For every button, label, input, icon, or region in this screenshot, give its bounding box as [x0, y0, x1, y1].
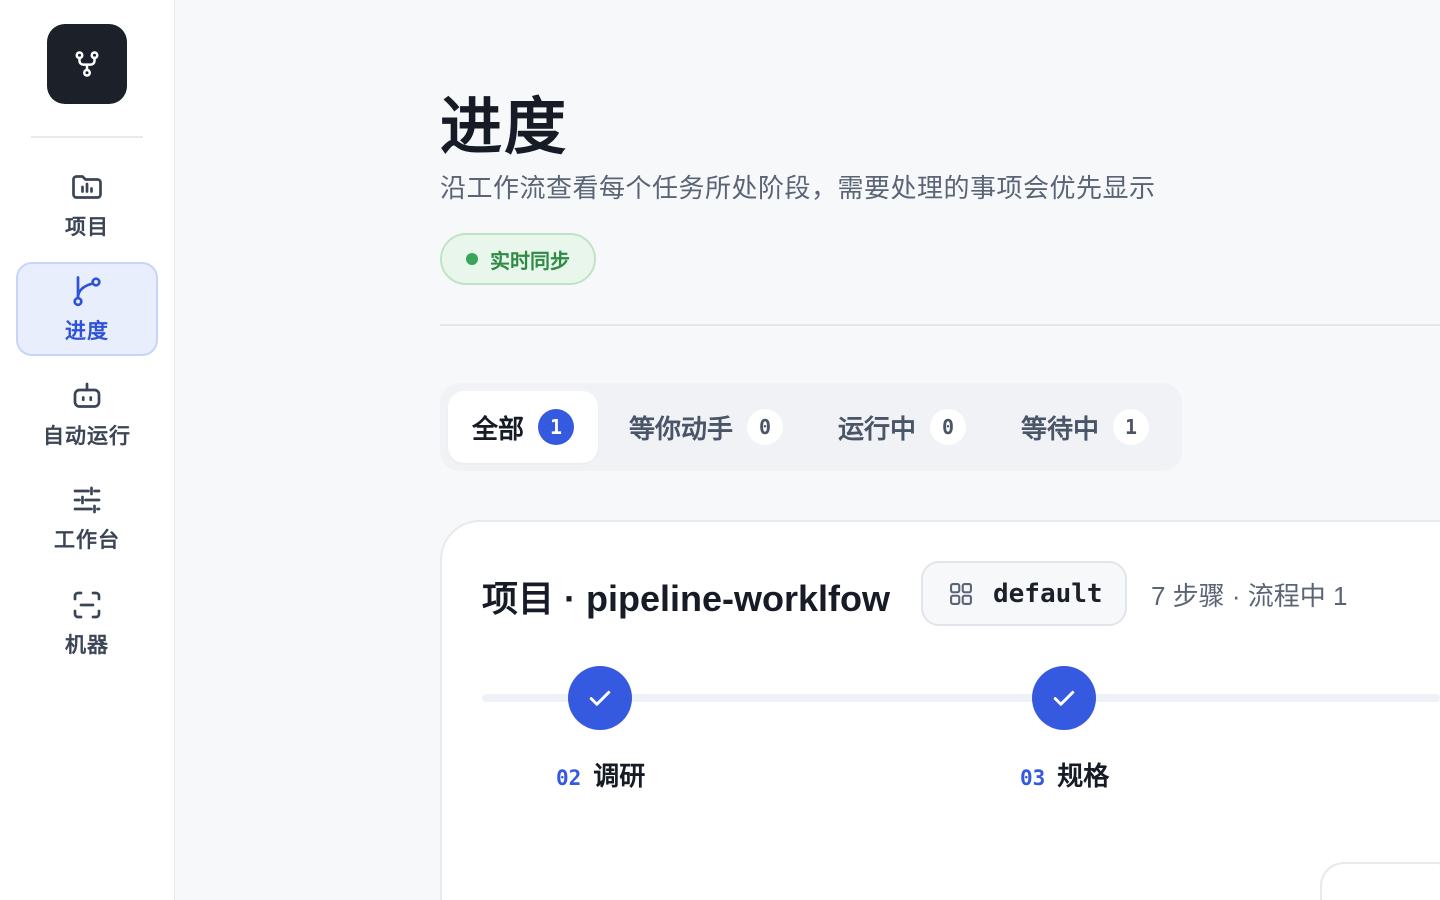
live-status-dot — [466, 253, 478, 265]
sidebar-item-workbench[interactable]: 工作台 — [16, 471, 158, 565]
sidebar-item-progress[interactable]: 进度 — [16, 262, 158, 356]
tab-count-badge: 1 — [538, 409, 575, 445]
environment-chip[interactable]: default — [921, 561, 1127, 626]
tab-count-badge: 0 — [930, 409, 967, 445]
tab-count-badge: 0 — [747, 409, 784, 445]
check-icon — [589, 690, 611, 706]
task-card[interactable] — [1320, 862, 1440, 900]
tab-awaiting-action[interactable]: 等你动手 0 — [629, 391, 784, 463]
step-label-spec: 03 规格 — [1020, 756, 1109, 793]
step-meta: 7 步骤 · 流程中 1 — [1151, 581, 1348, 611]
tab-waiting[interactable]: 等待中 1 — [1021, 391, 1150, 463]
tab-count-badge: 1 — [1113, 409, 1150, 445]
tab-label: 全部 — [472, 413, 525, 444]
header-divider — [440, 324, 1440, 326]
sidebar: 项目 进度 自动运行 工作台 机器 — [0, 0, 175, 900]
live-badge-label: 实时同步 — [490, 250, 570, 273]
workflow-branch-icon — [75, 51, 99, 77]
sidebar-item-label: 项目 — [65, 216, 109, 239]
sidebar-item-label: 自动运行 — [43, 425, 131, 448]
tab-label: 运行中 — [838, 413, 917, 444]
project-title: 项目 · pipeline-worklfow — [482, 578, 891, 619]
step-number: 03 — [1020, 766, 1046, 790]
step-name: 规格 — [1057, 761, 1110, 791]
sidebar-item-autorun[interactable]: 自动运行 — [16, 367, 158, 461]
app-logo[interactable] — [47, 24, 127, 104]
sidebar-item-machines[interactable]: 机器 — [16, 576, 158, 670]
step-label-research: 02 调研 — [556, 756, 645, 793]
folder-chart-icon — [72, 175, 102, 199]
live-sync-badge: 实时同步 — [440, 233, 596, 285]
sidebar-item-label: 进度 — [65, 320, 109, 343]
step-name: 调研 — [593, 761, 646, 791]
step-node-research[interactable] — [568, 666, 632, 730]
page-subtitle: 沿工作流查看每个任务所处阶段，需要处理的事项会优先显示 — [440, 173, 1156, 203]
tab-running[interactable]: 运行中 0 — [838, 391, 967, 463]
sliders-icon — [73, 486, 101, 514]
git-branch-icon — [73, 276, 101, 307]
scan-frame-icon — [73, 591, 101, 619]
tab-label: 等待中 — [1021, 413, 1100, 444]
check-icon — [1053, 690, 1075, 706]
sidebar-item-label: 机器 — [65, 634, 109, 657]
robot-icon — [73, 382, 101, 408]
tab-label: 等你动手 — [629, 413, 734, 444]
sidebar-item-projects[interactable]: 项目 — [16, 158, 158, 252]
tab-all[interactable]: 全部 1 — [448, 391, 599, 463]
page-title: 进度 — [440, 93, 569, 162]
filter-tabs: 全部 1 等你动手 0 运行中 0 等待中 1 — [440, 383, 1182, 471]
step-node-spec[interactable] — [1032, 666, 1096, 730]
grid-icon — [950, 582, 972, 605]
sidebar-divider — [31, 136, 143, 138]
sidebar-item-label: 工作台 — [54, 529, 120, 552]
step-number: 02 — [556, 766, 582, 790]
environment-label: default — [993, 578, 1103, 609]
